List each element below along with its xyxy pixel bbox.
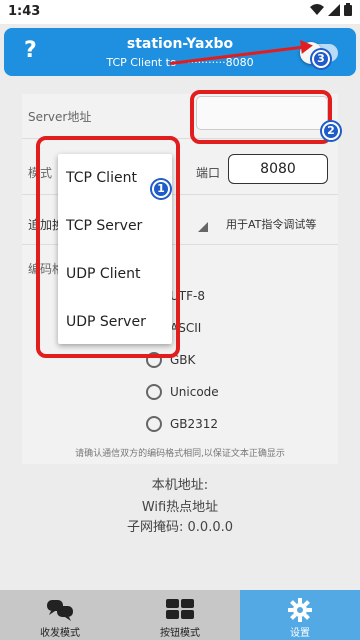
- annotation-box-mode: [36, 136, 180, 358]
- encoding-notice: 请确认通信双方的编码格式相同,以保证文本正确显示: [75, 449, 285, 459]
- radio-icon: [146, 416, 162, 432]
- nav-send-receive-mode[interactable]: 收发模式: [0, 590, 120, 640]
- port-input[interactable]: 8080: [228, 154, 328, 184]
- server-label: Server地址: [28, 110, 92, 124]
- local-address-label: 本机地址:: [151, 478, 209, 493]
- wifi-icon: [310, 3, 324, 15]
- hotspot-address-label: Wifi热点地址: [141, 500, 219, 515]
- radio-icon: [146, 384, 162, 400]
- port-label: 端口: [196, 166, 221, 180]
- nav-button-mode[interactable]: 按钮模式: [120, 590, 240, 640]
- battery-icon: [344, 3, 352, 16]
- bottom-navigation: 收发模式 按钮模式 设置: [0, 590, 360, 640]
- grid-icon: [166, 599, 194, 619]
- at-hint-text: 用于AT指令调试等: [226, 218, 317, 231]
- dropdown-caret-icon[interactable]: [198, 222, 208, 232]
- local-address: 本机地址:: [0, 474, 360, 493]
- annotation-badge-3: 3: [312, 50, 330, 68]
- annotation-badge-2: 2: [322, 122, 340, 140]
- status-bar: 1:43: [0, 0, 360, 24]
- nav-label: 按钮模式: [160, 628, 200, 639]
- nav-label: 收发模式: [40, 628, 80, 639]
- status-time: 1:43: [8, 4, 41, 19]
- nav-settings[interactable]: 设置: [240, 590, 360, 640]
- hotspot-address: Wifi热点地址: [0, 496, 360, 515]
- radio-label: Unicode: [170, 385, 219, 399]
- subnet-mask-value: 0.0.0.0: [187, 520, 233, 535]
- gear-icon: [288, 598, 312, 622]
- encoding-option-unicode[interactable]: Unicode: [146, 384, 219, 400]
- nav-label: 设置: [290, 628, 310, 639]
- subnet-mask: 子网掩码: 0.0.0.0: [0, 516, 360, 535]
- annotation-badge-1: 1: [152, 180, 170, 198]
- encoding-option-gb2312[interactable]: GB2312: [146, 416, 218, 432]
- radio-label: GB2312: [170, 417, 219, 431]
- annotation-box-server: [190, 90, 332, 144]
- subnet-mask-label: 子网掩码:: [126, 520, 184, 535]
- chat-icon: [47, 600, 73, 621]
- status-icons: [310, 3, 352, 16]
- signal-icon: [328, 3, 340, 16]
